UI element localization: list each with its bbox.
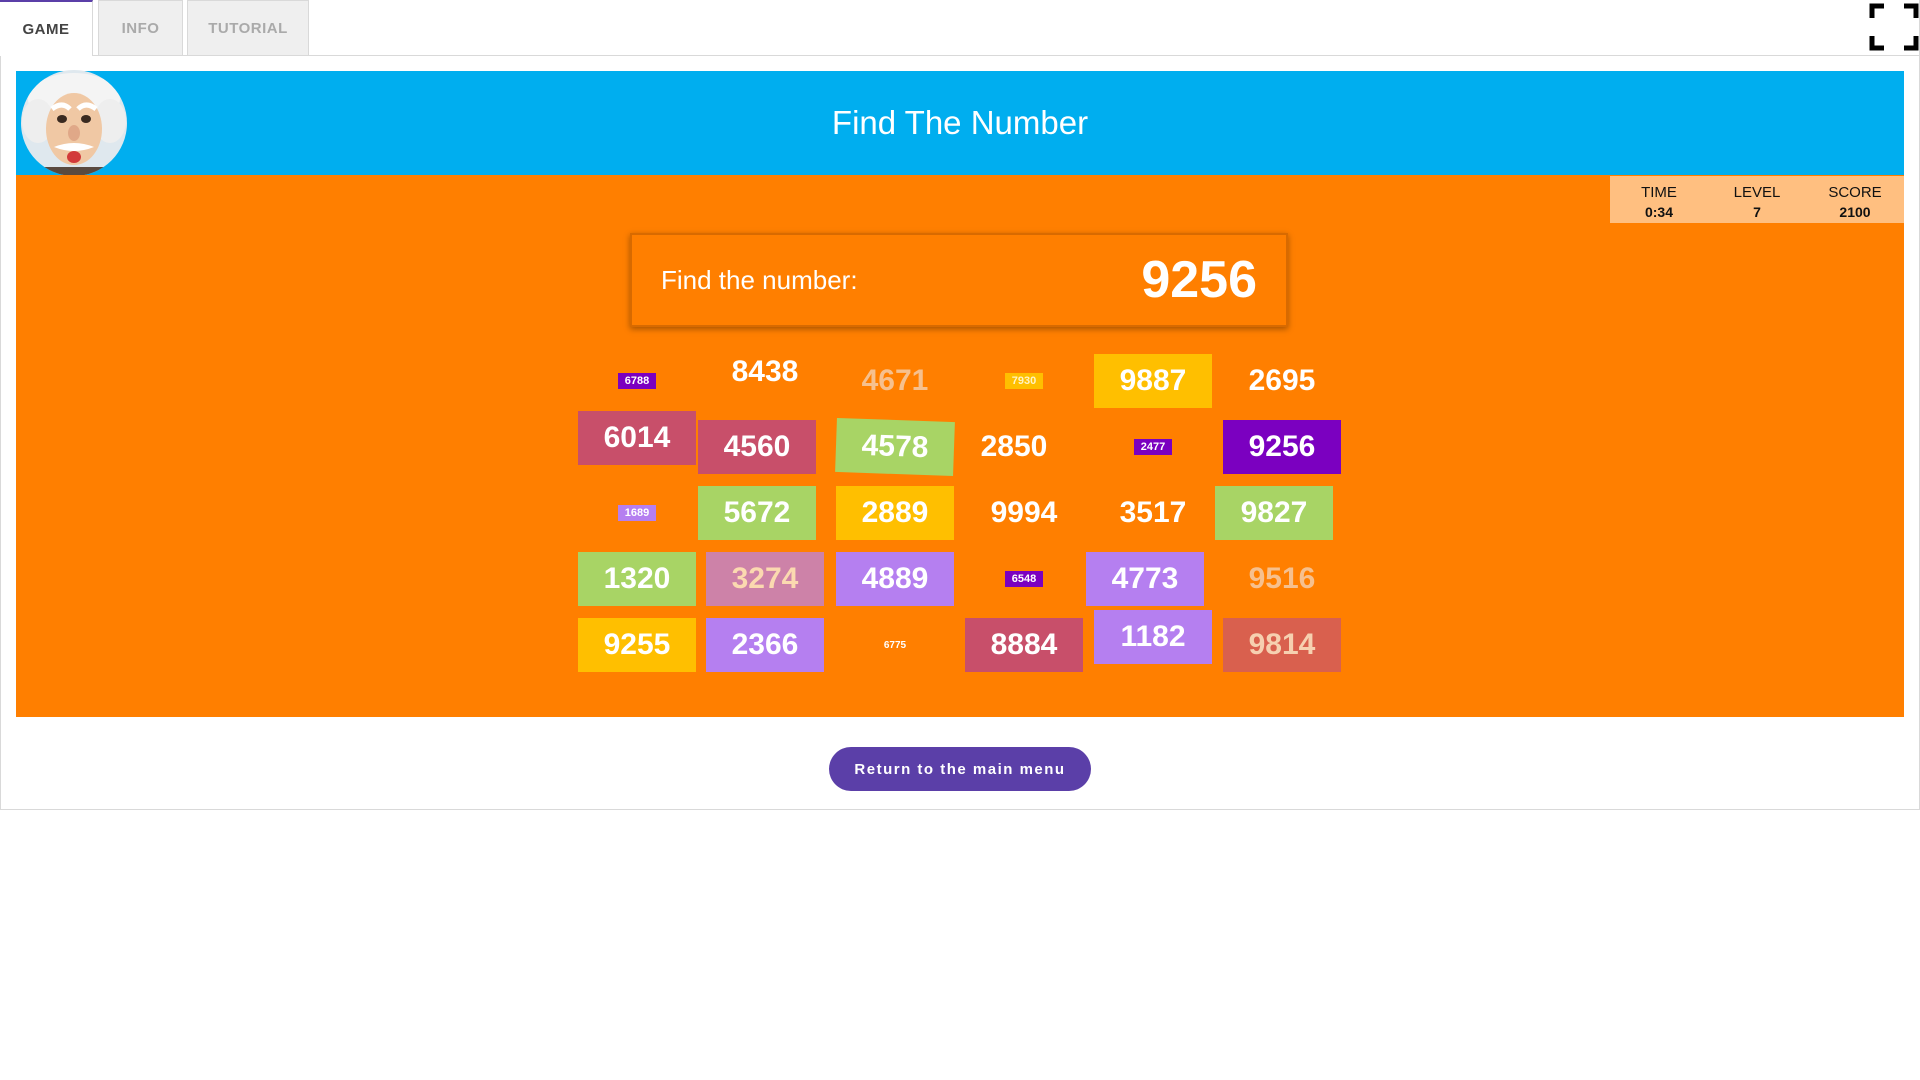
number-tile[interactable]: 6548 [1005, 571, 1043, 587]
score-value: 2100 [1839, 204, 1871, 220]
number-tile[interactable]: 9256 [1223, 420, 1341, 474]
number-tile[interactable]: 4671 [836, 354, 954, 408]
number-tile[interactable]: 7930 [1005, 373, 1043, 389]
target-panel: Find the number: 9256 [630, 233, 1288, 327]
tab-divider [0, 55, 1920, 56]
number-tile[interactable]: 4560 [698, 420, 816, 474]
number-tile[interactable]: 9827 [1215, 486, 1333, 540]
number-tile[interactable]: 6788 [618, 373, 656, 389]
level-label: LEVEL [1733, 184, 1781, 201]
header-banner: Find The Number [16, 71, 1904, 175]
number-tile[interactable]: 4578 [835, 417, 955, 477]
einstein-avatar [20, 69, 128, 177]
number-tile[interactable]: 8438 [706, 345, 824, 399]
number-tile[interactable]: 2477 [1134, 439, 1172, 455]
number-tile[interactable]: 1320 [578, 552, 696, 606]
number-tile[interactable]: 2850 [955, 420, 1073, 474]
number-tile[interactable]: 9516 [1223, 552, 1341, 606]
target-number: 9256 [1141, 251, 1257, 309]
time-value: 0:34 [1644, 204, 1674, 220]
number-tile[interactable]: 3517 [1094, 486, 1212, 540]
return-main-menu-button[interactable]: Return to the main menu [829, 747, 1091, 791]
tab-tutorial[interactable]: TUTORIAL [187, 0, 309, 55]
number-tile[interactable]: 9814 [1223, 618, 1341, 672]
target-prompt: Find the number: [661, 265, 858, 295]
number-tile[interactable]: 2889 [836, 486, 954, 540]
stats-panel: TIME 0:34 LEVEL 7 SCORE 2100 [1610, 176, 1904, 223]
number-tile[interactable]: 4773 [1086, 552, 1204, 606]
number-tile[interactable]: 1182 [1094, 610, 1212, 664]
level-value: 7 [1753, 204, 1761, 220]
number-tile[interactable]: 9994 [965, 486, 1083, 540]
number-tile[interactable]: 8884 [965, 618, 1083, 672]
score-label: SCORE [1828, 184, 1882, 201]
tab-bar: GAME INFO TUTORIAL [0, 0, 1920, 56]
fullscreen-icon[interactable] [1868, 2, 1920, 52]
tab-game[interactable]: GAME [0, 0, 93, 56]
number-tile[interactable]: 6014 [578, 411, 696, 465]
number-tile[interactable]: 3274 [706, 552, 824, 606]
number-tile[interactable]: 2366 [706, 618, 824, 672]
time-label: TIME [1641, 184, 1677, 201]
page-title: Find The Number [831, 104, 1089, 141]
tab-info[interactable]: INFO [98, 0, 183, 55]
number-tile[interactable]: 2695 [1223, 354, 1341, 408]
number-tile[interactable]: 4889 [836, 552, 954, 606]
number-tile[interactable]: 9255 [578, 618, 696, 672]
number-tile[interactable]: 9887 [1094, 354, 1212, 408]
number-tile[interactable]: 5672 [698, 486, 816, 540]
number-tile[interactable]: 6775 [880, 638, 910, 652]
number-tile[interactable]: 1689 [618, 505, 656, 521]
